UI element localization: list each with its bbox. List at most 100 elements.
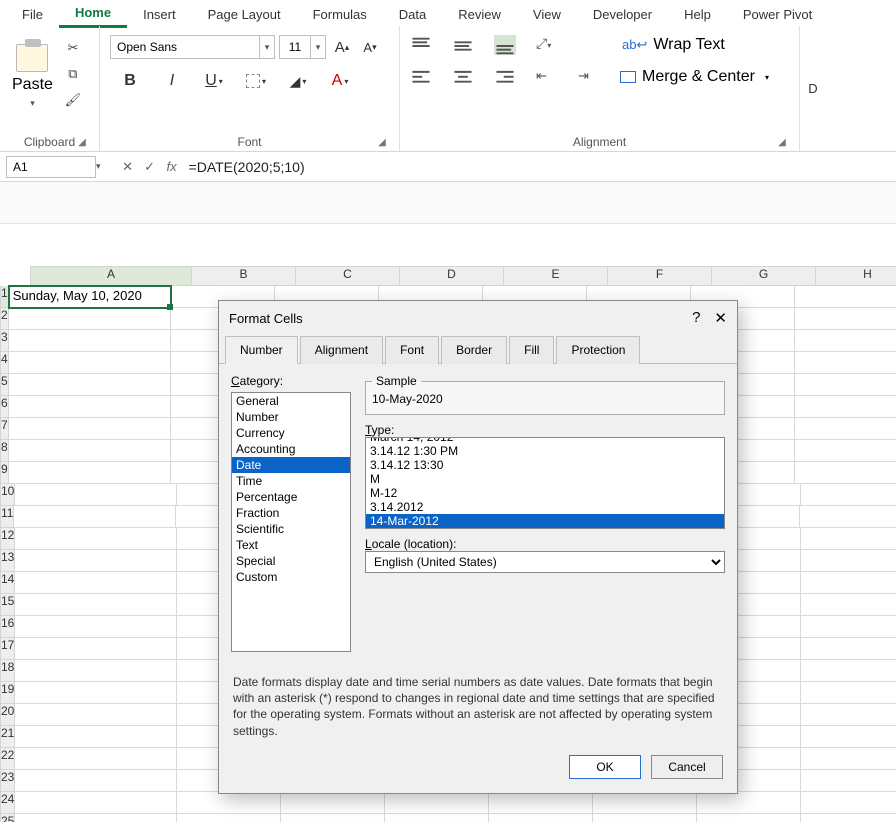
row-header[interactable]: 12 (0, 528, 15, 550)
cell[interactable] (9, 374, 171, 396)
tab-help[interactable]: Help (668, 4, 727, 27)
row-header[interactable]: 1 (0, 286, 9, 308)
cell[interactable] (281, 792, 385, 814)
font-launcher[interactable]: ◢ (375, 137, 389, 151)
fill-color-button[interactable]: ◢ ▾ (286, 69, 310, 93)
type-item[interactable]: M (366, 472, 724, 486)
column-header[interactable]: B (192, 266, 296, 286)
cell[interactable] (795, 330, 896, 352)
cell[interactable] (801, 682, 896, 704)
increase-indent-button[interactable]: ⇥ (578, 67, 600, 87)
cell[interactable] (801, 550, 896, 572)
tab-power-pivot[interactable]: Power Pivot (727, 4, 828, 27)
column-header[interactable]: E (504, 266, 608, 286)
cell[interactable] (489, 814, 593, 822)
category-list[interactable]: GeneralNumberCurrencyAccountingDateTimeP… (231, 392, 351, 652)
dialog-tab-protection[interactable]: Protection (556, 336, 640, 364)
align-bottom-button[interactable] (494, 35, 516, 55)
align-center-button[interactable] (452, 67, 474, 87)
cell[interactable] (385, 814, 489, 822)
close-button[interactable]: ✕ (714, 309, 727, 327)
row-header[interactable]: 14 (0, 572, 15, 594)
decrease-font-button[interactable]: A▾ (358, 35, 382, 59)
cell[interactable] (801, 726, 896, 748)
category-item[interactable]: Text (232, 537, 350, 553)
enter-formula-button[interactable]: ✓ (139, 156, 161, 178)
cell[interactable] (15, 726, 177, 748)
cell[interactable] (801, 528, 896, 550)
cell[interactable] (801, 638, 896, 660)
cell[interactable] (795, 352, 896, 374)
wrap-text-button[interactable]: ab↩ Wrap Text (622, 36, 725, 54)
ribbon-overflow[interactable]: D (800, 26, 826, 151)
cell[interactable] (9, 352, 171, 374)
cell[interactable] (15, 528, 177, 550)
type-item[interactable]: 3.14.12 1:30 PM (366, 444, 724, 458)
cell[interactable] (795, 308, 896, 330)
cell[interactable] (15, 572, 177, 594)
font-size-select[interactable] (279, 35, 311, 59)
align-middle-button[interactable] (452, 35, 474, 55)
increase-font-button[interactable]: A▴ (330, 35, 354, 59)
help-button[interactable]: ? (692, 309, 700, 327)
category-item[interactable]: Currency (232, 425, 350, 441)
type-item[interactable]: 3.14.2012 (366, 500, 724, 514)
type-list[interactable]: March 14, 20123.14.12 1:30 PM3.14.12 13:… (365, 437, 725, 529)
cell[interactable] (15, 660, 177, 682)
dialog-tab-number[interactable]: Number (225, 336, 298, 364)
cell[interactable] (800, 506, 896, 528)
cell[interactable] (795, 462, 896, 484)
tab-home[interactable]: Home (59, 2, 127, 28)
cell[interactable] (15, 792, 177, 814)
cell[interactable] (489, 792, 593, 814)
cell[interactable] (177, 814, 281, 822)
row-header[interactable]: 16 (0, 616, 15, 638)
insert-function-button[interactable]: fx (161, 156, 183, 178)
category-item[interactable]: Special (232, 553, 350, 569)
dialog-tab-font[interactable]: Font (385, 336, 439, 364)
row-header[interactable]: 10 (0, 484, 15, 506)
cell[interactable] (801, 770, 896, 792)
row-header[interactable]: 11 (0, 506, 14, 528)
borders-button[interactable]: ▾ (244, 69, 268, 93)
name-box-dropdown-icon[interactable]: ▾ (96, 161, 101, 172)
cell[interactable] (795, 418, 896, 440)
cell[interactable] (15, 704, 177, 726)
cell[interactable] (801, 660, 896, 682)
tab-developer[interactable]: Developer (577, 4, 668, 27)
row-header[interactable]: 3 (0, 330, 9, 352)
cell[interactable] (801, 594, 896, 616)
row-header[interactable]: 4 (0, 352, 9, 374)
copy-button[interactable]: ⧉ (61, 64, 85, 84)
row-header[interactable]: 9 (0, 462, 9, 484)
category-item[interactable]: Number (232, 409, 350, 425)
row-header[interactable]: 20 (0, 704, 15, 726)
cell[interactable] (15, 594, 177, 616)
column-header[interactable]: D (400, 266, 504, 286)
cell[interactable] (15, 682, 177, 704)
type-item[interactable]: March 14, 2012 (366, 437, 724, 444)
align-left-button[interactable] (410, 67, 432, 87)
tab-file[interactable]: File (6, 4, 59, 27)
row-header[interactable]: 23 (0, 770, 15, 792)
tab-view[interactable]: View (517, 4, 577, 27)
merge-center-button[interactable]: Merge & Center ▾ (620, 68, 769, 86)
cell[interactable] (697, 814, 801, 822)
dropdown-caret-icon[interactable]: ▾ (310, 35, 326, 59)
row-header[interactable]: 22 (0, 748, 15, 770)
tab-insert[interactable]: Insert (127, 4, 192, 27)
cell[interactable] (801, 484, 896, 506)
tab-formulas[interactable]: Formulas (297, 4, 383, 27)
cell[interactable] (15, 484, 177, 506)
cancel-formula-button[interactable]: ✕ (117, 156, 139, 178)
orientation-button[interactable]: ⤢▾ (536, 35, 558, 55)
row-header[interactable]: 7 (0, 418, 9, 440)
dialog-tab-fill[interactable]: Fill (509, 336, 554, 364)
font-color-button[interactable]: A ▾ (328, 69, 352, 93)
cell[interactable] (801, 572, 896, 594)
dropdown-caret-icon[interactable]: ▾ (259, 35, 275, 59)
row-header[interactable]: 2 (0, 308, 9, 330)
cut-button[interactable]: ✂ (61, 38, 85, 58)
cell[interactable] (15, 770, 177, 792)
category-item[interactable]: Date (232, 457, 350, 473)
